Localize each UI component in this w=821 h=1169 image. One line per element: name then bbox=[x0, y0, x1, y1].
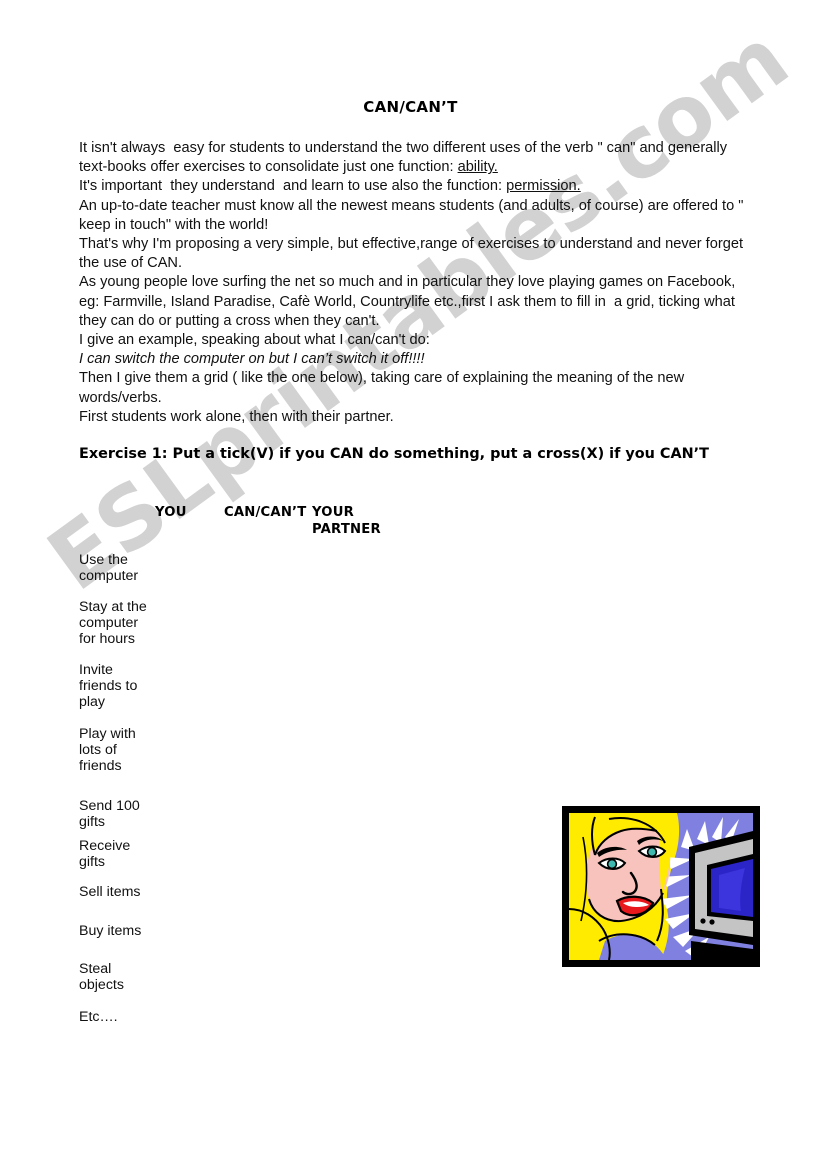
intro-text-run: As young people love surfing the net so … bbox=[79, 274, 740, 329]
popart-illustration bbox=[562, 806, 760, 967]
grid-row-label-buy-items: Buy items bbox=[79, 923, 142, 939]
popart-illustration-svg bbox=[569, 813, 753, 960]
intro-text-run: It's important they understand and learn… bbox=[79, 178, 507, 195]
emphasized-term: ability. bbox=[457, 159, 498, 176]
grid-row-label-receive-gifts: Receive gifts bbox=[79, 838, 131, 870]
grid-row-label-send-100-gifts: Send 100 gifts bbox=[79, 798, 140, 830]
grid-row-label-steal-objects: Steal objects bbox=[79, 961, 124, 993]
column-header-cancant: CAN/CAN’T bbox=[224, 505, 307, 520]
intro-text-run: It isn't always easy for students to und… bbox=[79, 140, 732, 176]
grid-row-label-play-with-friends: Play with lots of friends bbox=[79, 726, 136, 774]
intro-paragraph: I give an example, speaking about what I… bbox=[79, 331, 749, 350]
intro-paragraph: It isn't always easy for students to und… bbox=[79, 139, 749, 177]
grid-row-label-etc: Etc…. bbox=[79, 1009, 118, 1025]
intro-paragraph: That's why I'm proposing a very simple, … bbox=[79, 235, 749, 273]
intro-paragraph: I can switch the computer on but I can’t… bbox=[79, 350, 749, 369]
emphasized-term: permission. bbox=[506, 178, 581, 195]
intro-text-run: An up-to-date teacher must know all the … bbox=[79, 197, 748, 233]
intro-paragraph: First students work alone, then with the… bbox=[79, 408, 749, 427]
grid-row-label-stay-at-the-computer: Stay at the computer for hours bbox=[79, 599, 147, 647]
exercise-heading: Exercise 1: Put a tick(V) if you CAN do … bbox=[79, 446, 709, 462]
intro-text-run: That's why I'm proposing a very simple, … bbox=[79, 236, 748, 272]
page-content: CAN/CAN’T It isn't always easy for stude… bbox=[0, 0, 821, 1169]
grid-row-label-sell-items: Sell items bbox=[79, 884, 141, 900]
intro-text-run: I can switch the computer on but I can’t… bbox=[79, 351, 425, 368]
intro-text-run: First students work alone, then with the… bbox=[79, 408, 394, 425]
intro-text: It isn't always easy for students to und… bbox=[79, 139, 749, 427]
intro-paragraph: An up-to-date teacher must know all the … bbox=[79, 197, 749, 235]
intro-paragraph: Then I give them a grid ( like the one b… bbox=[79, 369, 749, 407]
grid-row-label-invite-friends: Invite friends to play bbox=[79, 662, 138, 710]
grid-row-label-use-the-computer: Use the computer bbox=[79, 552, 139, 584]
intro-paragraph: It's important they understand and learn… bbox=[79, 177, 749, 196]
worksheet-page: ESLprintables.com CAN/CAN’T It isn't alw… bbox=[0, 0, 821, 1169]
column-header-you: YOU bbox=[155, 505, 187, 520]
page-title: CAN/CAN’T bbox=[363, 98, 458, 116]
intro-text-run: I give an example, speaking about what I… bbox=[79, 332, 430, 349]
column-header-your-partner: YOUR PARTNER bbox=[312, 505, 381, 537]
intro-text-run: Then I give them a grid ( like the one b… bbox=[79, 370, 689, 406]
intro-paragraph: As young people love surfing the net so … bbox=[79, 273, 749, 331]
